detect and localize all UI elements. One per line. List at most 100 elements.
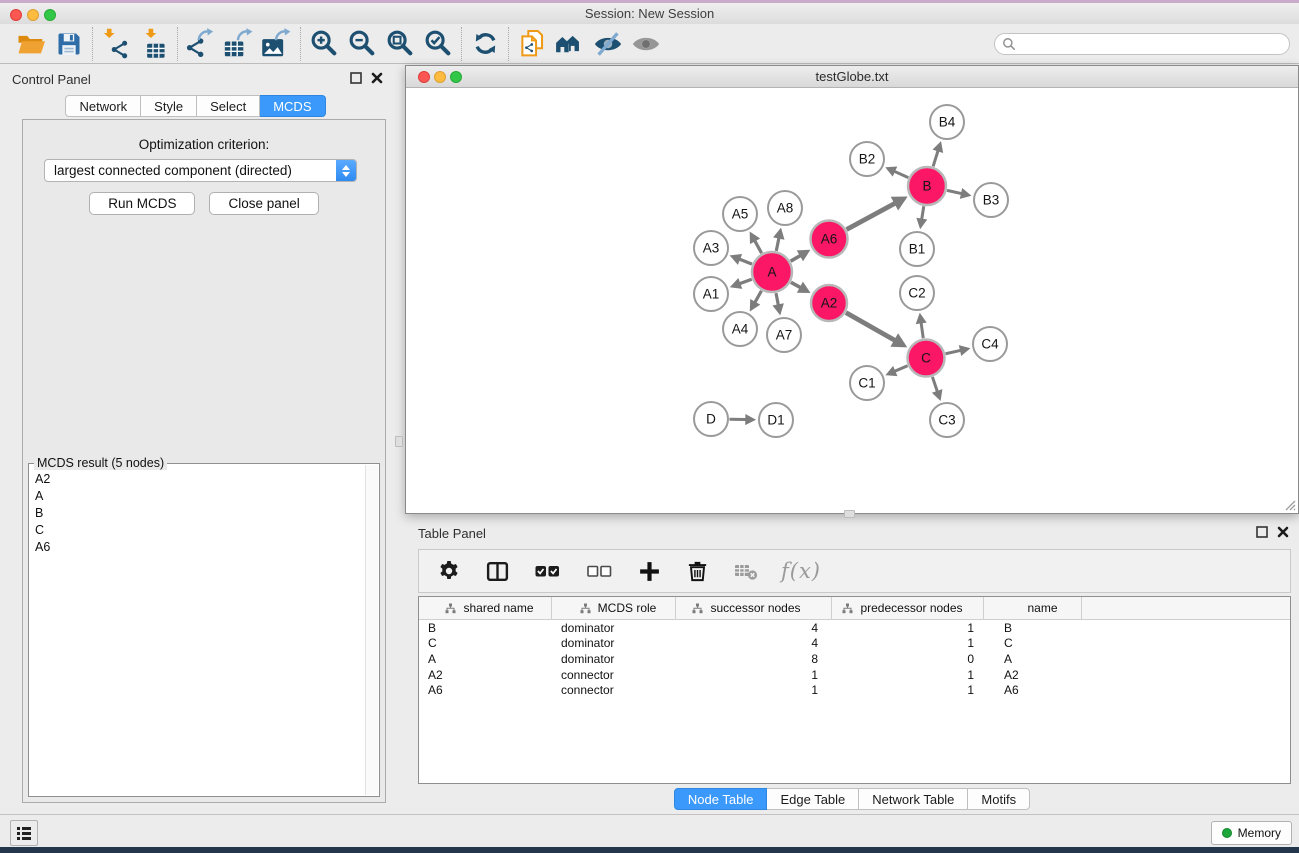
zoom-out-button[interactable] [343, 27, 381, 61]
delete-table-button[interactable] [731, 554, 761, 588]
graph-edge-A-A3[interactable] [739, 259, 752, 264]
table-cell: A2 [419, 668, 552, 682]
column-header-MCDS-role[interactable]: MCDS role [552, 597, 676, 619]
table-panel-tabs: Node TableEdge TableNetwork TableMotifs [405, 788, 1299, 810]
list-icon [16, 826, 32, 841]
table-cell: connector [552, 683, 676, 697]
network-window-title: testGlobe.txt [406, 69, 1298, 84]
tab-select[interactable]: Select [197, 95, 260, 117]
show-all-networks-button[interactable] [551, 27, 589, 61]
graph-node-label-D: D [706, 412, 716, 427]
graph-edge-A-A7[interactable] [776, 293, 778, 305]
mcds-result-box: MCDS result (5 nodes) A2ABCA6 [28, 463, 380, 797]
graph-edge-B-B4[interactable] [933, 150, 938, 166]
apply-layout-button[interactable] [466, 27, 504, 61]
close-panel-icon[interactable] [371, 72, 383, 84]
table-row[interactable]: A2connector11A2 [419, 667, 1290, 683]
export-image-button[interactable] [258, 27, 296, 61]
optimization-criterion-select[interactable]: largest connected component (directed) [44, 159, 357, 182]
tab-mcds[interactable]: MCDS [260, 95, 325, 117]
close-panel-button[interactable]: Close panel [209, 192, 318, 215]
vertical-split-grip[interactable] [395, 436, 403, 447]
network-canvas[interactable]: AA1A2A3A4A5A6A7A8BB1B2B3B4CC1C2C3C4DD1 [406, 89, 1298, 513]
graph-node-label-B: B [922, 179, 931, 194]
graph-edge-A-A6[interactable] [791, 255, 801, 261]
hide-panel-button[interactable] [589, 27, 627, 61]
table-row[interactable]: Bdominator41B [419, 620, 1290, 636]
mcds-result-item[interactable]: A6 [30, 538, 365, 555]
graph-edge-C-C3[interactable] [932, 377, 937, 392]
graph-edge-B-B3[interactable] [947, 190, 962, 193]
show-columns-button[interactable] [483, 554, 511, 588]
tab-node-table[interactable]: Node Table [674, 788, 768, 810]
show-panel-button[interactable] [627, 27, 665, 61]
zoom-fit-button[interactable] [381, 27, 419, 61]
graph-edge-A-A4[interactable] [755, 291, 762, 303]
zoom-selected-button[interactable] [419, 27, 457, 61]
graph-edge-C-C4[interactable] [946, 350, 961, 353]
float-panel-icon[interactable] [350, 72, 362, 84]
close-panel-icon[interactable] [1277, 526, 1289, 538]
graph-edge-A-A8[interactable] [776, 238, 779, 251]
mcds-result-item[interactable]: C [30, 521, 365, 538]
graph-node-label-D1: D1 [767, 413, 784, 428]
toolbar-separator [461, 27, 462, 61]
import-network-button[interactable] [97, 27, 135, 61]
status-bar: Memory [0, 814, 1299, 847]
graph-edge-A2-C[interactable] [846, 313, 895, 341]
mcds-result-item[interactable]: A [30, 487, 365, 504]
column-header-shared-name[interactable]: shared name [419, 597, 552, 619]
import-table-button[interactable] [135, 27, 173, 61]
create-column-button[interactable] [635, 554, 663, 588]
result-scrollbar[interactable] [365, 465, 378, 795]
column-header-name[interactable]: name [984, 597, 1082, 619]
export-table-icon [223, 28, 255, 60]
mcds-result-item[interactable]: A2 [30, 470, 365, 487]
graph-edge-B-B1[interactable] [922, 206, 924, 219]
graph-edge-C-C1[interactable] [894, 366, 907, 372]
network-window-titlebar[interactable]: testGlobe.txt [406, 66, 1298, 88]
table-row[interactable]: Adominator80A [419, 651, 1290, 667]
toolbar-separator [92, 27, 93, 61]
column-header-successor-nodes[interactable]: successor nodes [676, 597, 832, 619]
resize-grip-icon[interactable] [1283, 498, 1296, 511]
graph-edge-B-B2[interactable] [894, 171, 908, 177]
duplicate-network-button[interactable] [513, 27, 551, 61]
export-network-button[interactable] [182, 27, 220, 61]
memory-button[interactable]: Memory [1211, 821, 1292, 845]
select-all-columns-button[interactable] [531, 554, 563, 588]
graph-edge-A-A2[interactable] [791, 282, 801, 287]
function-builder-button[interactable]: f(x) [781, 559, 821, 583]
graph-edge-A6-B[interactable] [847, 203, 896, 229]
graph-node-label-A8: A8 [777, 201, 794, 216]
search-input[interactable] [994, 33, 1290, 55]
tab-motifs[interactable]: Motifs [968, 788, 1030, 810]
save-session-button[interactable] [50, 27, 88, 61]
tab-network-table[interactable]: Network Table [859, 788, 968, 810]
horizontal-split-grip[interactable] [844, 510, 855, 518]
graph-node-label-B4: B4 [939, 115, 956, 130]
delete-column-button[interactable] [683, 554, 711, 588]
float-panel-icon[interactable] [1256, 526, 1268, 538]
tab-style[interactable]: Style [141, 95, 197, 117]
mcds-result-item[interactable]: B [30, 504, 365, 521]
run-mcds-button[interactable]: Run MCDS [89, 192, 195, 215]
table-row[interactable]: Cdominator41C [419, 636, 1290, 652]
node-table-header: shared nameMCDS rolesuccessor nodesprede… [419, 597, 1290, 620]
graph-edge-C-C2[interactable] [921, 322, 923, 338]
unselect-all-columns-button[interactable] [583, 554, 615, 588]
column-type-icon [445, 603, 456, 614]
export-table-button[interactable] [220, 27, 258, 61]
table-settings-button[interactable] [435, 554, 463, 588]
tab-edge-table[interactable]: Edge Table [767, 788, 859, 810]
tab-network[interactable]: Network [65, 95, 141, 117]
network-graph: AA1A2A3A4A5A6A7A8BB1B2B3B4CC1C2C3C4DD1 [406, 89, 1298, 514]
column-header-predecessor-nodes[interactable]: predecessor nodes [832, 597, 984, 619]
zoom-in-button[interactable] [305, 27, 343, 61]
open-session-button[interactable] [12, 27, 50, 61]
graph-edge-arrowhead [959, 345, 971, 356]
graph-edge-A-A5[interactable] [755, 240, 762, 253]
graph-edge-A-A1[interactable] [739, 279, 751, 283]
table-row[interactable]: A6connector11A6 [419, 682, 1290, 698]
task-history-button[interactable] [10, 820, 38, 846]
